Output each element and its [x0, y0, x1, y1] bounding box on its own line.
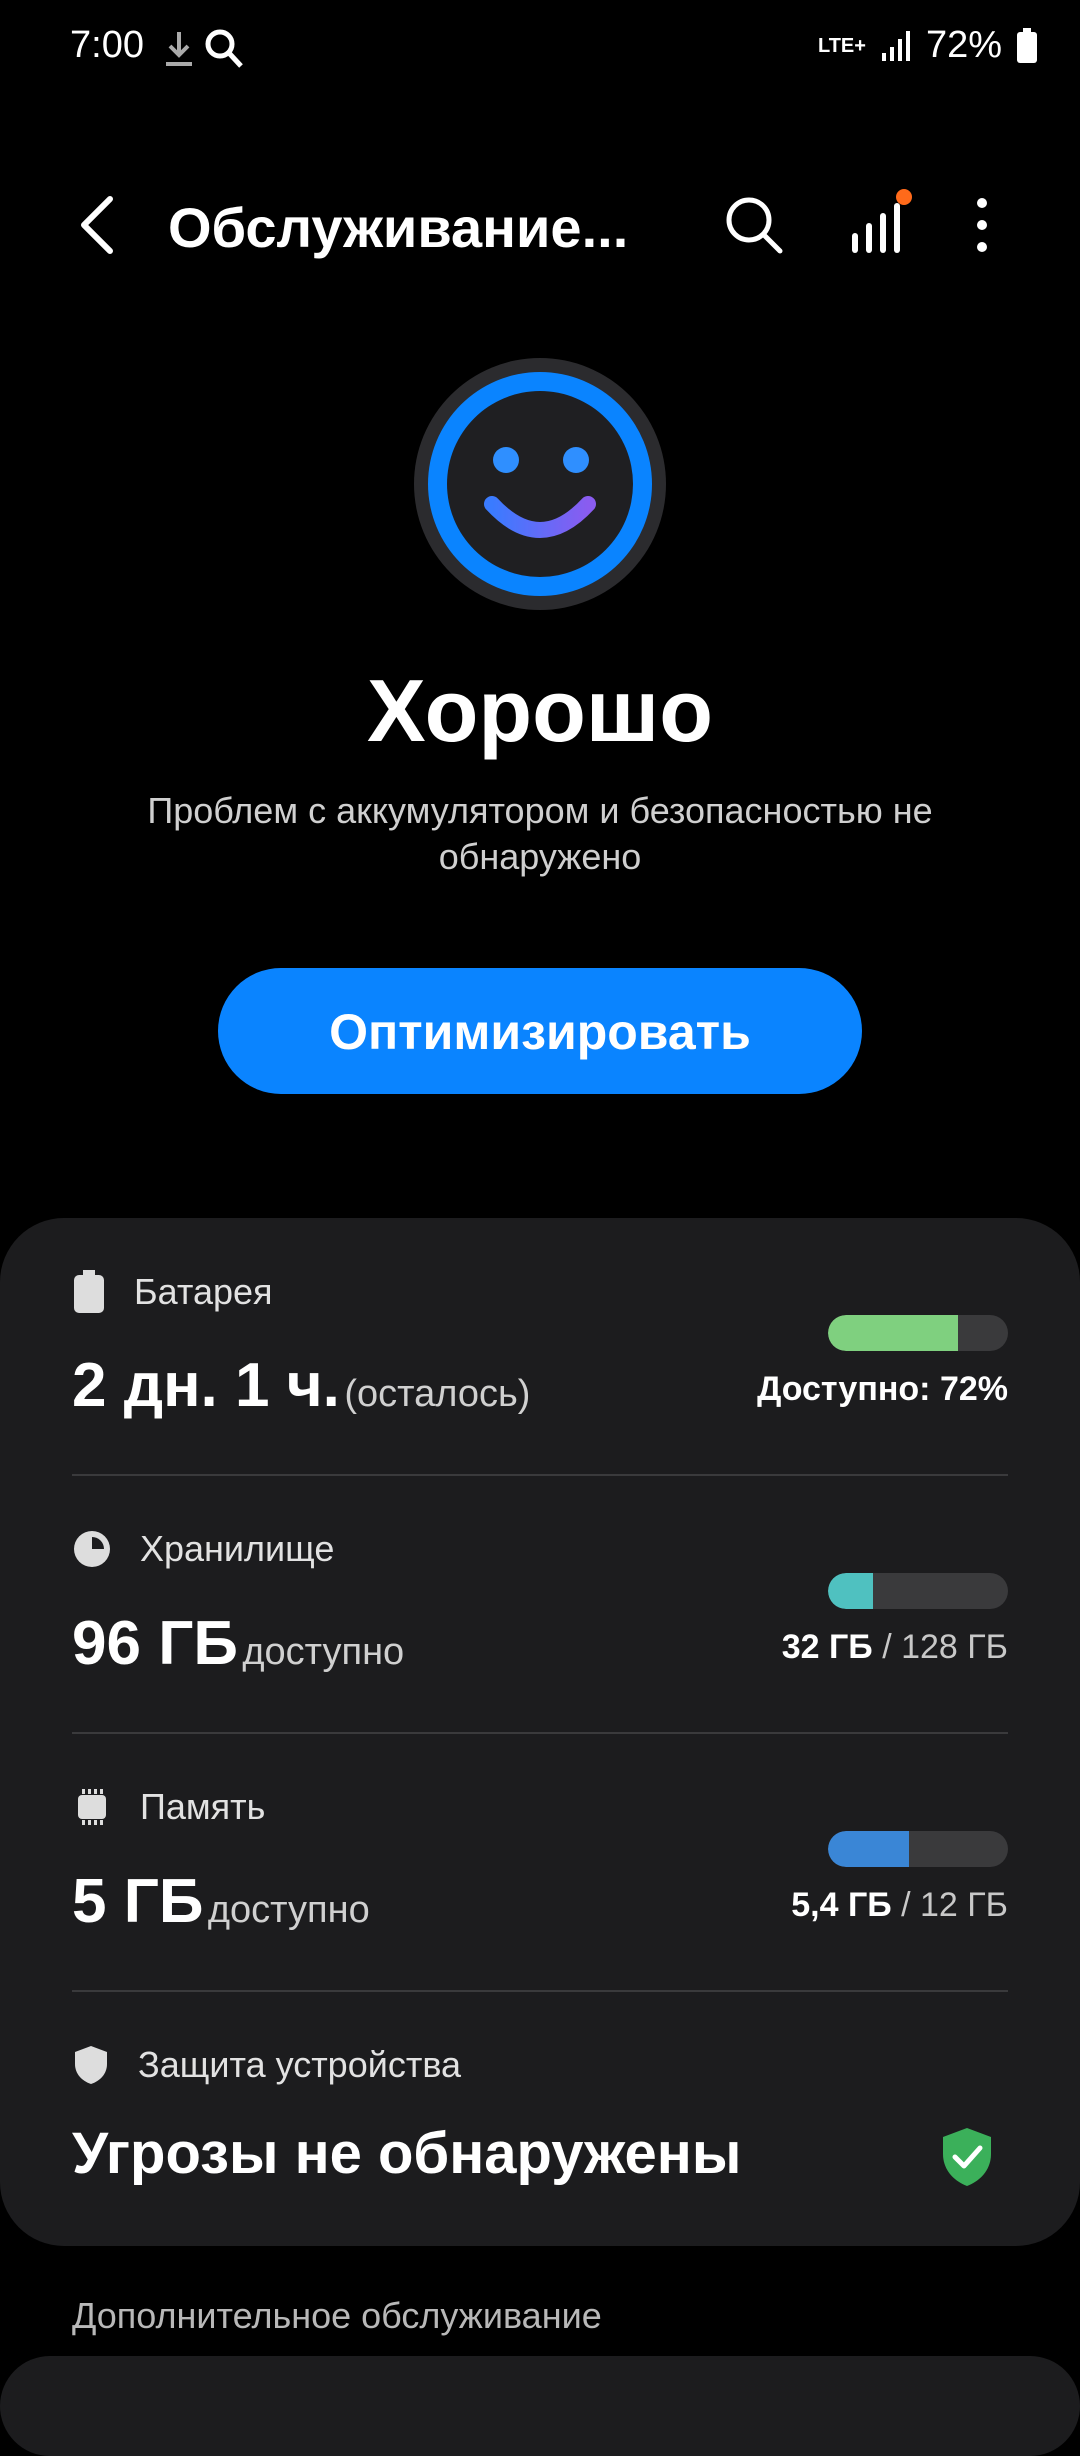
memory-caption: 5,4 ГБ / 12 ГБ — [791, 1886, 1008, 1924]
status-right: LTE+ 72% — [818, 24, 1038, 67]
storage-value: 96 ГБ доступно — [72, 1609, 405, 1678]
status-title: Хорошо — [367, 661, 713, 760]
additional-maintenance-label: Дополнительное обслуживание — [72, 2295, 602, 2336]
search-icon[interactable] — [722, 193, 786, 257]
memory-value: 5 ГБ доступно — [72, 1867, 370, 1936]
protection-header: Защита устройства — [72, 2044, 461, 2086]
battery-label: Батарея — [134, 1271, 273, 1312]
toolbar: Обслуживание... — [0, 175, 1080, 275]
storage-section[interactable]: Хранилище 96 ГБ доступно 32 ГБ / 128 ГБ — [72, 1528, 1008, 1698]
battery-section[interactable]: Батарея 2 дн. 1 ч. (осталось) Доступно: … — [72, 1270, 1008, 1440]
storage-caption: 32 ГБ / 128 ГБ — [781, 1628, 1008, 1666]
more-vertical-icon[interactable] — [960, 193, 1004, 257]
notification-dot — [896, 189, 912, 205]
divider — [72, 1732, 1008, 1734]
battery-small-icon — [74, 1270, 104, 1313]
protection-section[interactable]: Защита устройства Угрозы не обнаружены — [72, 2044, 1008, 2214]
protection-value: Угрозы не обнаружены — [72, 2121, 742, 2186]
pie-chart-icon — [74, 1531, 110, 1567]
optimize-button[interactable]: Оптимизировать — [218, 968, 862, 1094]
search-status-icon — [205, 29, 243, 68]
battery-bar — [828, 1315, 1008, 1351]
shield-icon — [75, 2046, 107, 2084]
bar-chart-icon[interactable] — [846, 187, 916, 257]
storage-label: Хранилище — [140, 1528, 335, 1569]
divider — [72, 1990, 1008, 1992]
back-icon[interactable] — [70, 193, 130, 257]
battery-header: Батарея — [72, 1270, 273, 1314]
storage-header: Хранилище — [72, 1528, 334, 1570]
page-title: Обслуживание... — [168, 196, 629, 259]
memory-header: Память — [72, 1786, 265, 1828]
battery-value: 2 дн. 1 ч. (осталось) — [72, 1351, 531, 1420]
network-type: LTE+ — [817, 34, 866, 57]
additional-maintenance-card[interactable] — [0, 2356, 1080, 2456]
signal-icon — [881, 30, 910, 61]
status-bar: 7:00 LTE+ 72% — [0, 0, 1080, 100]
status-description: Проблем с аккумулятором и безопасностью … — [147, 790, 933, 877]
memory-label: Память — [140, 1786, 266, 1827]
storage-bar-fill — [828, 1573, 873, 1609]
battery-percent: 72% — [925, 24, 1002, 66]
battery-icon — [1017, 27, 1037, 63]
memory-chip-icon — [78, 1789, 106, 1825]
storage-bar — [828, 1573, 1008, 1609]
memory-bar-fill — [828, 1831, 909, 1867]
protection-label: Защита устройства — [138, 2044, 462, 2085]
status-time: 7:00 — [70, 24, 144, 66]
shield-check-icon — [943, 2128, 991, 2186]
memory-bar — [828, 1831, 1008, 1867]
battery-bar-fill — [828, 1315, 958, 1351]
memory-section[interactable]: Память 5 ГБ доступно 5,4 ГБ / 12 ГБ — [72, 1786, 1008, 1956]
divider — [72, 1474, 1008, 1476]
smiley-face-icon — [414, 358, 666, 610]
battery-caption: Доступно: 72% — [757, 1370, 1008, 1408]
download-icon — [166, 32, 192, 66]
